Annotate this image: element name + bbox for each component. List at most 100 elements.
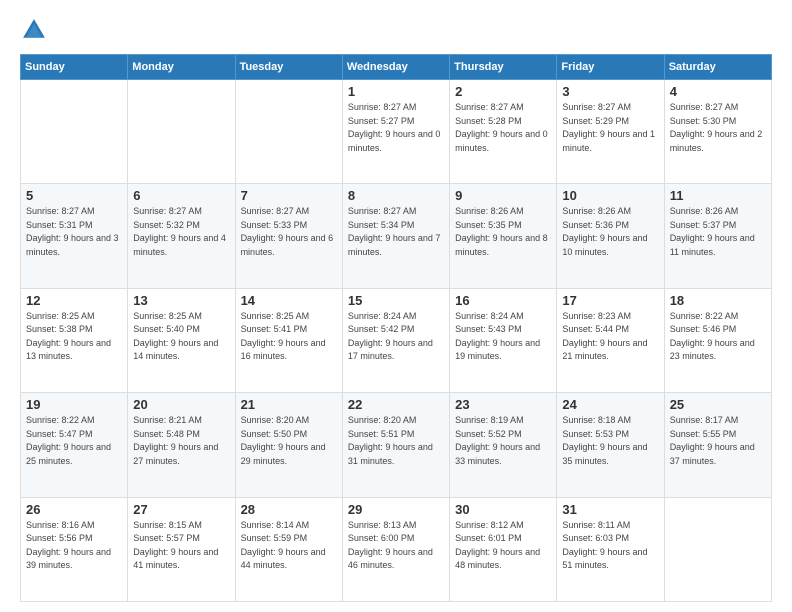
calendar-day-cell: 19 Sunrise: 8:22 AMSunset: 5:47 PMDayligh… (21, 393, 128, 497)
calendar-day-cell: 1Sunrise: 8:27 AMSunset: 5:27 PMDaylight… (342, 80, 449, 184)
calendar-day-cell: 2 Sunrise: 8:27 AMSunset: 5:28 PMDaylight… (450, 80, 557, 184)
day-info: Sunrise: 8:26 AMSunset: 5:36 PMDaylight:… (562, 205, 658, 259)
calendar-day-cell: 5 Sunrise: 8:27 AMSunset: 5:31 PMDaylight… (21, 184, 128, 288)
day-info: Sunrise: 8:26 AMSunset: 5:35 PMDaylight:… (455, 205, 551, 259)
day-number: 27 (133, 502, 229, 517)
calendar-day-cell: 29 Sunrise: 8:13 AMSunset: 6:00 PMDayligh… (342, 497, 449, 601)
weekday-header: Thursday (450, 55, 557, 80)
day-number: 5 (26, 188, 122, 203)
calendar-day-cell: 4 Sunrise: 8:27 AMSunset: 5:30 PMDaylight… (664, 80, 771, 184)
day-info: Sunrise: 8:20 AMSunset: 5:50 PMDaylight:… (241, 414, 337, 468)
page: SundayMondayTuesdayWednesdayThursdayFrid… (0, 0, 792, 612)
calendar-day-cell: 10 Sunrise: 8:26 AMSunset: 5:36 PMDayligh… (557, 184, 664, 288)
day-number: 6 (133, 188, 229, 203)
day-number: 21 (241, 397, 337, 412)
day-info: Sunrise: 8:27 AMSunset: 5:31 PMDaylight:… (26, 205, 122, 259)
day-number: 4 (670, 84, 766, 99)
day-number: 20 (133, 397, 229, 412)
day-info: Sunrise: 8:13 AMSunset: 6:00 PMDaylight:… (348, 519, 444, 573)
calendar-day-cell: 22 Sunrise: 8:20 AMSunset: 5:51 PMDayligh… (342, 393, 449, 497)
day-number: 18 (670, 293, 766, 308)
day-number: 10 (562, 188, 658, 203)
calendar-week-row: 5 Sunrise: 8:27 AMSunset: 5:31 PMDaylight… (21, 184, 772, 288)
calendar-day-cell: 31 Sunrise: 8:11 AMSunset: 6:03 PMDayligh… (557, 497, 664, 601)
day-number: 24 (562, 397, 658, 412)
calendar-day-cell: 21 Sunrise: 8:20 AMSunset: 5:50 PMDayligh… (235, 393, 342, 497)
day-info: Sunrise: 8:18 AMSunset: 5:53 PMDaylight:… (562, 414, 658, 468)
day-info: Sunrise: 8:27 AMSunset: 5:29 PMDaylight:… (562, 101, 658, 155)
calendar-day-cell: 26 Sunrise: 8:16 AMSunset: 5:56 PMDayligh… (21, 497, 128, 601)
calendar-day-cell: 16 Sunrise: 8:24 AMSunset: 5:43 PMDayligh… (450, 288, 557, 392)
day-number: 30 (455, 502, 551, 517)
calendar-day-cell: 8 Sunrise: 8:27 AMSunset: 5:34 PMDaylight… (342, 184, 449, 288)
day-number: 13 (133, 293, 229, 308)
day-number: 3 (562, 84, 658, 99)
day-info: Sunrise: 8:24 AMSunset: 5:43 PMDaylight:… (455, 310, 551, 364)
day-info: Sunrise: 8:27 AMSunset: 5:33 PMDaylight:… (241, 205, 337, 259)
calendar-day-cell: 12 Sunrise: 8:25 AMSunset: 5:38 PMDayligh… (21, 288, 128, 392)
calendar: SundayMondayTuesdayWednesdayThursdayFrid… (20, 54, 772, 602)
logo-icon (20, 16, 48, 44)
day-number: 14 (241, 293, 337, 308)
weekday-header: Friday (557, 55, 664, 80)
calendar-week-row: 19 Sunrise: 8:22 AMSunset: 5:47 PMDayligh… (21, 393, 772, 497)
day-number: 26 (26, 502, 122, 517)
day-info: Sunrise: 8:23 AMSunset: 5:44 PMDaylight:… (562, 310, 658, 364)
weekday-header: Sunday (21, 55, 128, 80)
calendar-day-cell: 6 Sunrise: 8:27 AMSunset: 5:32 PMDaylight… (128, 184, 235, 288)
day-info: Sunrise: 8:25 AMSunset: 5:38 PMDaylight:… (26, 310, 122, 364)
calendar-day-cell: 27 Sunrise: 8:15 AMSunset: 5:57 PMDayligh… (128, 497, 235, 601)
day-info: Sunrise: 8:12 AMSunset: 6:01 PMDaylight:… (455, 519, 551, 573)
day-number: 2 (455, 84, 551, 99)
day-info: Sunrise: 8:27 AMSunset: 5:32 PMDaylight:… (133, 205, 229, 259)
day-number: 23 (455, 397, 551, 412)
calendar-day-cell: 20Sunrise: 8:21 AMSunset: 5:48 PMDayligh… (128, 393, 235, 497)
day-info: Sunrise: 8:15 AMSunset: 5:57 PMDaylight:… (133, 519, 229, 573)
logo (20, 16, 52, 44)
weekday-header: Monday (128, 55, 235, 80)
day-number: 9 (455, 188, 551, 203)
day-info: Sunrise: 8:26 AMSunset: 5:37 PMDaylight:… (670, 205, 766, 259)
calendar-day-cell (664, 497, 771, 601)
day-number: 22 (348, 397, 444, 412)
calendar-day-cell: 25Sunrise: 8:17 AMSunset: 5:55 PMDayligh… (664, 393, 771, 497)
day-info: Sunrise: 8:11 AMSunset: 6:03 PMDaylight:… (562, 519, 658, 573)
day-number: 1 (348, 84, 444, 99)
calendar-day-cell: 23 Sunrise: 8:19 AMSunset: 5:52 PMDayligh… (450, 393, 557, 497)
day-info: Sunrise: 8:16 AMSunset: 5:56 PMDaylight:… (26, 519, 122, 573)
calendar-day-cell: 18 Sunrise: 8:22 AMSunset: 5:46 PMDayligh… (664, 288, 771, 392)
header (20, 16, 772, 44)
day-info: Sunrise: 8:22 AMSunset: 5:47 PMDaylight:… (26, 414, 122, 468)
day-number: 11 (670, 188, 766, 203)
day-info: Sunrise: 8:20 AMSunset: 5:51 PMDaylight:… (348, 414, 444, 468)
calendar-day-cell (128, 80, 235, 184)
calendar-week-row: 12 Sunrise: 8:25 AMSunset: 5:38 PMDayligh… (21, 288, 772, 392)
day-info: Sunrise: 8:25 AMSunset: 5:41 PMDaylight:… (241, 310, 337, 364)
day-number: 29 (348, 502, 444, 517)
day-info: Sunrise: 8:27 AMSunset: 5:34 PMDaylight:… (348, 205, 444, 259)
day-info: Sunrise: 8:27 AMSunset: 5:28 PMDaylight:… (455, 101, 551, 155)
calendar-week-row: 1Sunrise: 8:27 AMSunset: 5:27 PMDaylight… (21, 80, 772, 184)
weekday-header: Saturday (664, 55, 771, 80)
weekday-header-row: SundayMondayTuesdayWednesdayThursdayFrid… (21, 55, 772, 80)
day-info: Sunrise: 8:19 AMSunset: 5:52 PMDaylight:… (455, 414, 551, 468)
day-number: 31 (562, 502, 658, 517)
day-info: Sunrise: 8:14 AMSunset: 5:59 PMDaylight:… (241, 519, 337, 573)
day-number: 19 (26, 397, 122, 412)
calendar-day-cell: 3 Sunrise: 8:27 AMSunset: 5:29 PMDaylight… (557, 80, 664, 184)
day-info: Sunrise: 8:24 AMSunset: 5:42 PMDaylight:… (348, 310, 444, 364)
day-info: Sunrise: 8:22 AMSunset: 5:46 PMDaylight:… (670, 310, 766, 364)
calendar-day-cell: 11 Sunrise: 8:26 AMSunset: 5:37 PMDayligh… (664, 184, 771, 288)
calendar-day-cell (235, 80, 342, 184)
day-info: Sunrise: 8:17 AMSunset: 5:55 PMDaylight:… (670, 414, 766, 468)
calendar-day-cell: 7Sunrise: 8:27 AMSunset: 5:33 PMDaylight… (235, 184, 342, 288)
day-number: 15 (348, 293, 444, 308)
day-info: Sunrise: 8:25 AMSunset: 5:40 PMDaylight:… (133, 310, 229, 364)
day-number: 12 (26, 293, 122, 308)
day-number: 8 (348, 188, 444, 203)
day-number: 16 (455, 293, 551, 308)
calendar-day-cell (21, 80, 128, 184)
calendar-day-cell: 14 Sunrise: 8:25 AMSunset: 5:41 PMDayligh… (235, 288, 342, 392)
day-info: Sunrise: 8:27 AMSunset: 5:30 PMDaylight:… (670, 101, 766, 155)
calendar-day-cell: 24 Sunrise: 8:18 AMSunset: 5:53 PMDayligh… (557, 393, 664, 497)
